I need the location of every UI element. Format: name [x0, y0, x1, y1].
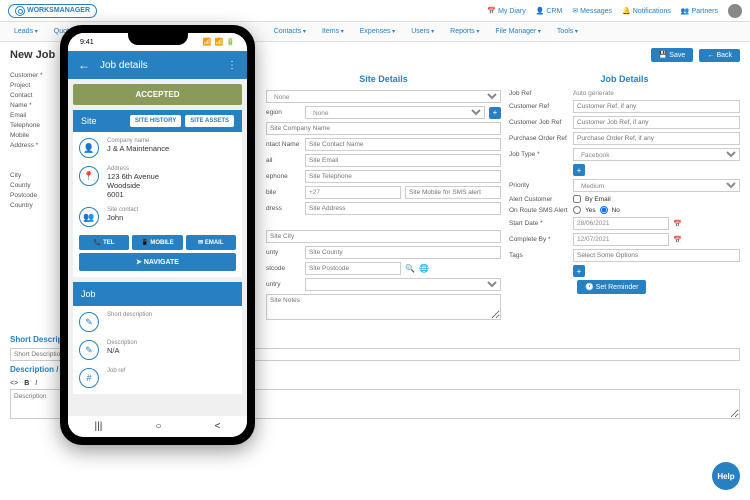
bold-icon[interactable]: B: [24, 380, 29, 387]
top-links: 📅 My Diary 👤 CRM ✉ Messages 🔔 Notificati…: [487, 4, 742, 18]
calendar-icon[interactable]: 📅: [673, 220, 682, 228]
site-details-title: Site Details: [266, 74, 501, 84]
menu-dots-icon[interactable]: ⋮: [227, 60, 237, 71]
site-mobile-prefix[interactable]: [305, 186, 401, 199]
phone-mockup: 9:41 📶📶🔋 ← Job details ⋮ ACCEPTED Site S…: [60, 25, 255, 445]
nav-tools[interactable]: Tools: [551, 26, 584, 37]
nav-contacts[interactable]: Contacts: [268, 26, 312, 37]
link-partners[interactable]: 👥 Partners: [681, 7, 718, 15]
home-icon[interactable]: ○: [155, 421, 161, 432]
mobile-button[interactable]: 📱 MOBILE: [132, 235, 182, 250]
po-ref[interactable]: [573, 132, 740, 145]
edit-icon[interactable]: ✎: [79, 312, 99, 332]
android-back-icon[interactable]: <: [215, 421, 221, 432]
nav-leads[interactable]: Leads: [8, 26, 44, 37]
save-button[interactable]: 💾 Save: [651, 48, 694, 62]
status-accepted: ACCEPTED: [73, 84, 242, 105]
site-region[interactable]: None: [305, 106, 485, 119]
nav-expenses[interactable]: Expenses: [354, 26, 401, 37]
site-select-1[interactable]: None: [266, 90, 501, 103]
site-country[interactable]: [305, 278, 501, 291]
email-button[interactable]: ✉ EMAIL: [186, 235, 236, 250]
signal-icon: 📶: [203, 38, 212, 46]
page-title: New Job: [10, 49, 55, 61]
code-icon[interactable]: <>: [10, 380, 18, 387]
phone-time: 9:41: [80, 39, 94, 46]
site-contact-name: John: [107, 213, 138, 222]
nav-reports[interactable]: Reports: [444, 26, 485, 37]
phone-app-header: ← Job details ⋮: [68, 51, 247, 79]
job-details-title: Job Details: [509, 74, 740, 84]
help-button[interactable]: Help: [712, 462, 740, 490]
android-nav: ||| ○ <: [68, 415, 247, 437]
customer-ref[interactable]: [573, 100, 740, 113]
company-icon: 👤: [79, 138, 99, 158]
site-phone[interactable]: [305, 170, 501, 183]
auto-generate: Auto generate: [573, 90, 614, 97]
recent-apps-icon[interactable]: |||: [95, 421, 103, 432]
site-notes[interactable]: [266, 294, 501, 320]
site-email[interactable]: [305, 154, 501, 167]
alert-email-check[interactable]: [573, 195, 581, 203]
battery-icon: 🔋: [226, 38, 235, 46]
calendar-icon-2[interactable]: 📅: [673, 236, 682, 244]
avatar[interactable]: [728, 4, 742, 18]
tel-button[interactable]: 📞 TEL: [79, 235, 129, 250]
company-name: J & A Maintenance: [107, 144, 169, 153]
add-region-button[interactable]: +: [489, 107, 501, 119]
set-reminder-button[interactable]: 🕐 Set Reminder: [577, 280, 646, 294]
phone-site-bar: Site SITE HISTORY SITE ASSETS: [73, 110, 242, 132]
logo-icon: [15, 6, 25, 16]
priority[interactable]: Medium: [573, 179, 740, 192]
globe-icon[interactable]: 🌐: [419, 264, 429, 273]
contact-icon: 👥: [79, 207, 99, 227]
link-messages[interactable]: ✉ Messages: [572, 7, 612, 15]
link-notifications[interactable]: 🔔 Notifications: [622, 7, 671, 15]
navigate-button[interactable]: ➤ NAVIGATE: [79, 253, 236, 271]
phone-notch: [128, 33, 188, 45]
sms-no[interactable]: [600, 206, 608, 214]
job-type[interactable]: Facebook: [573, 148, 740, 161]
nav-items[interactable]: Items: [316, 26, 350, 37]
back-button[interactable]: ← Back: [699, 49, 740, 62]
start-date[interactable]: [573, 217, 669, 230]
add-jobtype-button[interactable]: +: [573, 164, 585, 176]
brand-logo[interactable]: WORKSMANAGER: [8, 4, 97, 18]
back-arrow-icon[interactable]: ←: [78, 58, 90, 72]
edit-icon-2[interactable]: ✎: [79, 340, 99, 360]
customer-job-ref[interactable]: [573, 116, 740, 129]
site-mobile[interactable]: [405, 186, 501, 199]
link-diary[interactable]: 📅 My Diary: [487, 7, 525, 15]
italic-icon[interactable]: I: [35, 380, 37, 387]
wifi-icon: 📶: [215, 38, 224, 46]
tags[interactable]: [573, 249, 740, 262]
nav-users[interactable]: Users: [405, 26, 440, 37]
sms-yes[interactable]: [573, 206, 581, 214]
site-address[interactable]: [305, 202, 501, 215]
site-city[interactable]: [266, 230, 501, 243]
site-postcode[interactable]: [305, 262, 401, 275]
site-history-button[interactable]: SITE HISTORY: [130, 115, 181, 127]
phone-job-bar: Job: [73, 282, 242, 306]
site-assets-button[interactable]: SITE ASSETS: [185, 115, 234, 127]
location-icon: 📍: [79, 166, 99, 186]
site-contact[interactable]: [305, 138, 501, 151]
site-county[interactable]: [305, 246, 501, 259]
phone-title: Job details: [100, 60, 217, 71]
nav-filemanager[interactable]: File Manager: [489, 26, 547, 37]
ref-icon: #: [79, 368, 99, 388]
brand-text: WORKSMANAGER: [27, 7, 90, 14]
add-tag-button[interactable]: +: [573, 265, 585, 277]
link-crm[interactable]: 👤 CRM: [536, 7, 563, 15]
site-company[interactable]: [266, 122, 501, 135]
complete-by[interactable]: [573, 233, 669, 246]
search-icon[interactable]: 🔍: [405, 264, 415, 273]
